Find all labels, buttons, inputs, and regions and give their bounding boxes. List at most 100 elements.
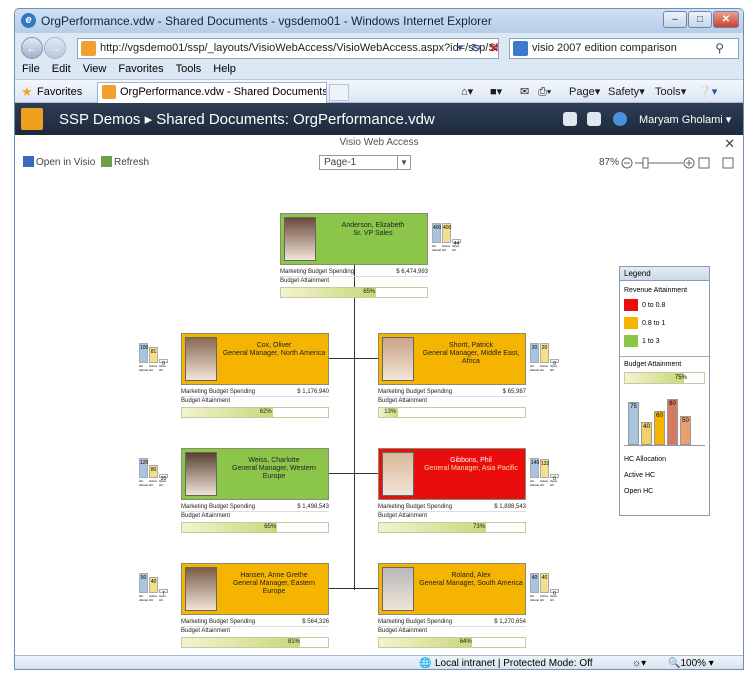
spending-value: $ 6,474,993	[396, 269, 428, 275]
menu-help[interactable]: Help	[213, 63, 236, 79]
employee-title: General Manager, Eastern Europe	[232, 580, 316, 595]
menu-view[interactable]: View	[83, 63, 107, 79]
metric-panel: Marketing Budget Spending $ 1,498,543 Budg…	[181, 503, 329, 533]
print-icon[interactable]: ⎙▾	[538, 84, 551, 100]
org-node[interactable]: Hansen, Anne Grethe General Manager, East…	[181, 563, 329, 615]
hc-axis-label: HC Allocation	[139, 479, 148, 487]
refresh-icon[interactable]: ↻	[467, 39, 485, 58]
attainment-fill	[182, 523, 277, 532]
spending-value: $ 1,498,543	[297, 504, 329, 510]
org-node[interactable]: Shortt, Patrick General Manager, Middle E…	[378, 333, 526, 385]
attainment-label: Budget Attainment	[280, 278, 330, 284]
stop-icon[interactable]: ✕	[485, 39, 503, 58]
tag-icon[interactable]	[563, 112, 577, 126]
search-icon[interactable]: ⚲	[715, 39, 724, 58]
hc-mini-chart: 100810 HC AllocationActive HCOpen HC	[139, 333, 169, 373]
security-icon[interactable]: ☼▾	[632, 656, 646, 669]
spending-label: Marketing Budget Spending	[181, 389, 256, 395]
employee-photo	[382, 567, 414, 611]
zoom-control[interactable]: 🔍100% ▾	[668, 656, 714, 669]
menu-edit[interactable]: Edit	[52, 63, 71, 79]
hc-bar: 50	[139, 573, 148, 593]
spending-row: Marketing Budget Spending $ 1,898,543	[378, 503, 526, 512]
org-node[interactable]: Gibbons, Phil General Manager, Asia Pacif…	[378, 448, 526, 500]
sharepoint-header: SSP Demos ▸ Shared Documents: OrgPerform…	[15, 103, 743, 135]
spending-label: Marketing Budget Spending	[378, 504, 453, 510]
forward-button[interactable]: →	[44, 37, 66, 59]
employee-photo	[185, 337, 217, 381]
employee-name: Cox, Oliver General Manager, North Americ…	[222, 342, 326, 358]
attainment-value: 13%	[384, 409, 397, 415]
hc-axis-label: Active HC	[540, 479, 549, 487]
browser-tab[interactable]: OrgPerformance.vdw - Shared Documents - …	[97, 82, 327, 103]
employee-name: Roland, Alex General Manager, South Ameri…	[419, 572, 523, 588]
attainment-value: 62%	[259, 409, 272, 415]
visio-icon	[23, 156, 34, 167]
hc-bar: 7	[159, 589, 168, 597]
zoom-slider[interactable]	[621, 156, 741, 170]
hc-axis-label: Open HC	[159, 594, 167, 602]
hc-bar: 100	[139, 343, 148, 363]
maximize-button[interactable]: □	[688, 11, 712, 28]
hc-bar: 40	[530, 573, 539, 593]
back-button[interactable]: ←	[21, 37, 43, 59]
sharepoint-logo	[21, 108, 43, 130]
hc-bar: 140	[530, 458, 539, 478]
help-icon[interactable]: ❔▾	[698, 84, 717, 100]
tools-menu[interactable]: Tools▾	[655, 84, 686, 100]
title-bar: e OrgPerformance.vdw - Shared Documents …	[15, 9, 743, 33]
employee-title: Sr. VP Sales	[353, 230, 393, 237]
attainment-bar: 81%	[181, 637, 329, 648]
feeds-icon[interactable]: ■▾	[490, 84, 502, 100]
tab-page-icon	[102, 85, 116, 99]
attainment-label: Budget Attainment	[378, 628, 428, 634]
favorites-button[interactable]: ★ Favorites	[21, 83, 82, 101]
hc-axis-label: Active HC	[442, 244, 451, 252]
user-menu[interactable]: Maryam Gholami ▾	[639, 113, 731, 126]
zoom-level: 87%	[599, 157, 620, 168]
refresh-button[interactable]: Refresh	[101, 156, 149, 170]
close-icon[interactable]: ✕	[724, 136, 735, 152]
menu-file[interactable]: File	[22, 63, 40, 79]
legend-budget-bar: 75%	[624, 372, 705, 384]
share-icon[interactable]	[587, 112, 601, 126]
attainment-bar: 65%	[280, 287, 428, 298]
org-node[interactable]: Weiss, Charlotte General Manager, Western…	[181, 448, 329, 500]
visio-web-access-header: Visio Web Access	[339, 137, 419, 148]
new-tab-button[interactable]	[329, 84, 349, 101]
address-field[interactable]: http://vgsdemo01/ssp/_layouts/VisioWebAc…	[77, 38, 499, 59]
search-input[interactable]: visio 2007 edition comparison ⚲	[509, 38, 739, 59]
mail-icon[interactable]: ✉	[520, 84, 529, 100]
org-node[interactable]: Roland, Alex General Manager, South Ameri…	[378, 563, 526, 615]
open-in-visio-button[interactable]: Open in Visio	[23, 156, 95, 170]
attainment-bar: 64%	[378, 637, 526, 648]
menu-tools[interactable]: Tools	[176, 63, 202, 79]
attainment-value: 64%	[459, 639, 472, 645]
employee-name-text: Gibbons, Phil	[450, 457, 492, 464]
menu-favorites[interactable]: Favorites	[118, 63, 163, 79]
safety-menu[interactable]: Safety▾	[608, 84, 645, 100]
hc-axis-label: Active HC	[149, 479, 158, 487]
org-node[interactable]: Anderson, Elizabeth Sr. VP Sales	[280, 213, 428, 265]
legend-swatch-row: 0.8 to 1	[624, 316, 709, 330]
minimize-button[interactable]: –	[663, 11, 687, 28]
legend-hc-item: Active HC	[624, 472, 656, 479]
hc-bar: 0	[159, 359, 168, 367]
hc-axis-label: Active HC	[540, 594, 549, 602]
hc-axis-label: HC Allocation	[139, 364, 148, 372]
close-button[interactable]: ✕	[713, 11, 739, 28]
hc-axis-label: Open HC	[452, 244, 460, 252]
help-icon[interactable]	[613, 112, 627, 126]
legend-hc-bar: 75	[628, 401, 639, 445]
home-icon[interactable]: ⌂▾	[461, 84, 473, 100]
hc-bar: 400	[442, 223, 451, 243]
page-menu[interactable]: Page▾	[569, 84, 600, 100]
attainment-value: 73%	[473, 524, 486, 530]
metric-panel: Marketing Budget Spending $ 1,270,654 Budg…	[378, 618, 526, 648]
legend: Legend Revenue Attainment 0 to 0.8 0.8 to…	[619, 266, 710, 516]
hc-axis-label: Open HC	[550, 594, 558, 602]
page-select[interactable]: Page-1 ▼	[319, 155, 411, 170]
org-node[interactable]: Cox, Oliver General Manager, North Americ…	[181, 333, 329, 385]
legend-hc-bar: 80	[667, 399, 678, 445]
hc-axis-label: Open HC	[550, 479, 558, 487]
